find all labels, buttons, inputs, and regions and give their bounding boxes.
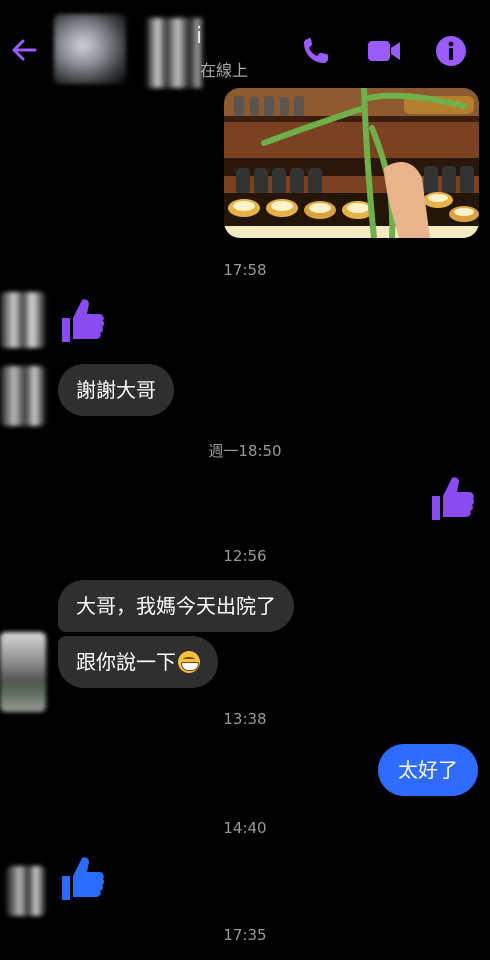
- contact-avatar[interactable]: [54, 14, 126, 84]
- timestamp: 週一18:50: [208, 442, 282, 460]
- thumbs-up-icon: [56, 294, 108, 346]
- message-text: 跟你說一下: [76, 650, 176, 674]
- peer-avatar[interactable]: [0, 292, 46, 348]
- video-call-icon[interactable]: [366, 36, 402, 66]
- grinning-face-emoji: [178, 651, 200, 673]
- timestamp: 13:38: [223, 710, 267, 728]
- contact-name[interactable]: i: [196, 24, 202, 49]
- shared-photo-message[interactable]: [224, 88, 479, 238]
- phone-call-icon[interactable]: [299, 34, 333, 68]
- peer-avatar[interactable]: [0, 366, 46, 426]
- incoming-message[interactable]: 大哥，我媽今天出院了: [58, 580, 294, 632]
- info-icon[interactable]: [434, 34, 468, 68]
- timestamp: 12:56: [223, 547, 267, 565]
- peer-avatar[interactable]: [0, 632, 46, 712]
- thumbs-up-icon: [426, 472, 478, 524]
- back-arrow-icon[interactable]: [8, 34, 40, 66]
- chat-header: i 在線上: [0, 0, 490, 92]
- timestamp: 14:40: [223, 819, 267, 837]
- thumbs-up-icon: [56, 852, 108, 904]
- peer-avatar[interactable]: [6, 866, 46, 916]
- incoming-message[interactable]: 謝謝大哥: [58, 364, 174, 416]
- contact-status: 在線上: [200, 61, 249, 80]
- timestamp: 17:58: [223, 261, 267, 279]
- outgoing-message[interactable]: 太好了: [378, 744, 478, 796]
- timestamp: 17:35: [223, 926, 267, 944]
- incoming-message[interactable]: 跟你說一下: [58, 636, 218, 688]
